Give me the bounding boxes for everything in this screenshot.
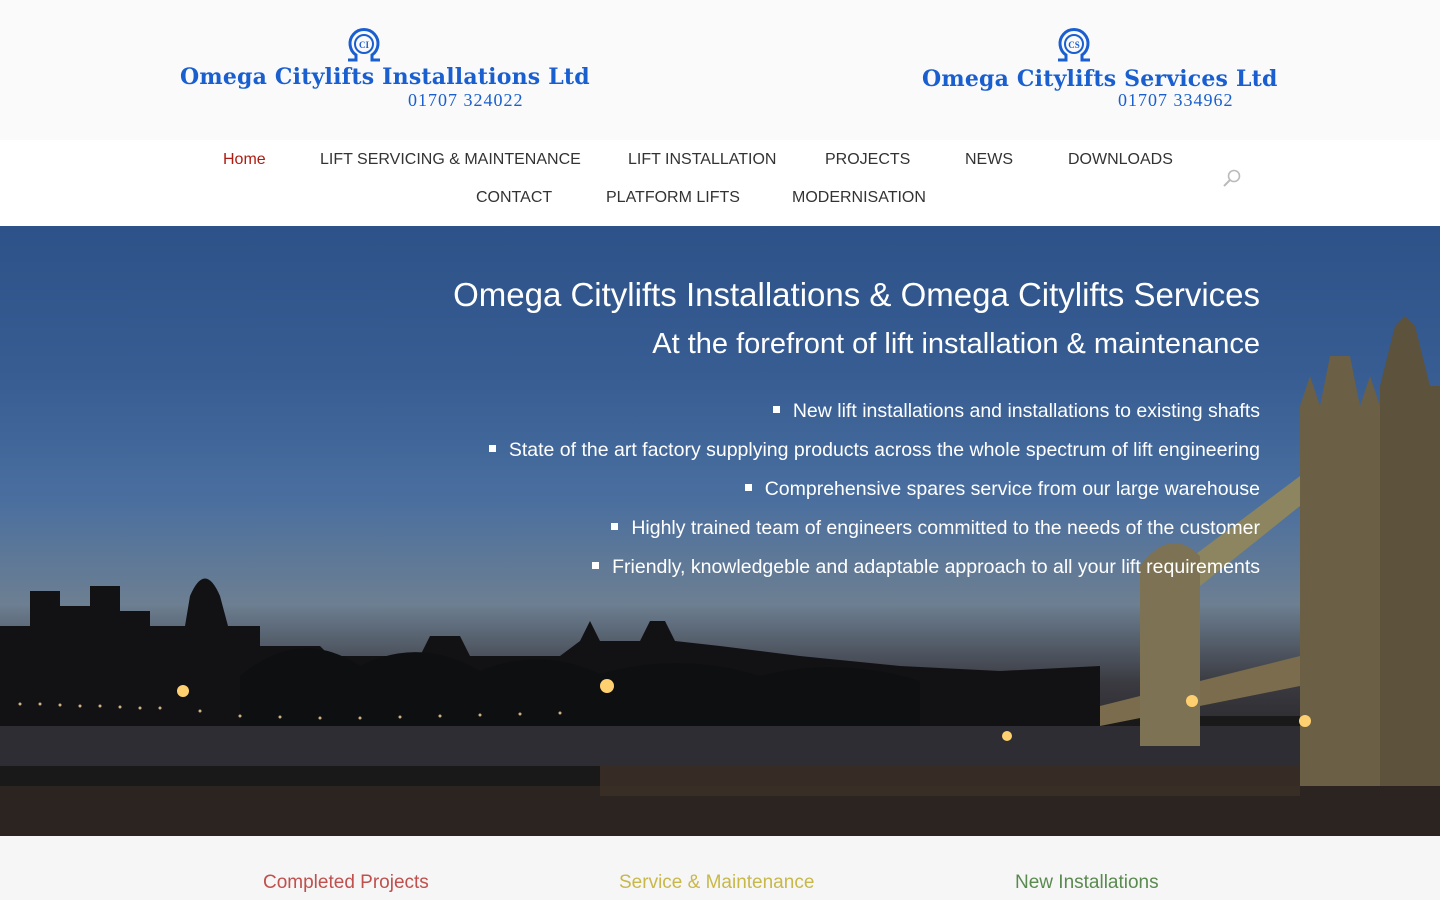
- bullet-icon: [488, 445, 496, 453]
- company-name: Omega Citylifts Installations Ltd: [180, 64, 590, 90]
- company-phone: 01707 334962: [1118, 90, 1234, 110]
- site-header: CI Omega Citylifts Installations Ltd 017…: [0, 0, 1440, 140]
- nav-item-home[interactable]: Home: [223, 151, 266, 169]
- hero-subtitle: At the forefront of lift installation & …: [652, 328, 1260, 360]
- hero-title: Omega Citylifts Installations & Omega Ci…: [453, 276, 1260, 313]
- feature-sections: Completed Projects Service & Maintenance…: [0, 836, 1440, 900]
- search-icon[interactable]: [1222, 168, 1242, 188]
- list-item-text: Highly trained team of engineers committ…: [631, 517, 1260, 539]
- service-maintenance-link[interactable]: Service & Maintenance: [619, 872, 814, 894]
- list-item: Comprehensive spares service from our la…: [489, 470, 1260, 509]
- list-item-text: State of the art factory supplying produ…: [508, 439, 1260, 461]
- bullet-icon: [744, 484, 752, 492]
- svg-text:CS: CS: [1068, 40, 1080, 50]
- new-installations-link[interactable]: New Installations: [1015, 872, 1159, 894]
- nav-item-downloads[interactable]: DOWNLOADS: [1068, 151, 1173, 169]
- list-item-text: New lift installations and installations…: [792, 400, 1260, 422]
- list-item: State of the art factory supplying produ…: [488, 431, 1260, 470]
- list-item-text: Friendly, knowledgeble and adaptable app…: [612, 556, 1260, 578]
- bullet-icon: [611, 523, 619, 531]
- company-phone: 01707 324022: [408, 90, 524, 110]
- hero-banner: Omega Citylifts Installations & Omega Ci…: [0, 226, 1440, 836]
- omega-emblem-icon: CS: [1058, 28, 1090, 62]
- installations-logo[interactable]: CI Omega Citylifts Installations Ltd 017…: [180, 28, 590, 118]
- bullet-icon: [772, 406, 780, 414]
- nav-item-projects[interactable]: PROJECTS: [825, 151, 910, 169]
- nav-item-lift-servicing[interactable]: LIFT SERVICING & MAINTENANCE: [320, 151, 581, 169]
- feature-list: New lift installations and installations…: [488, 392, 1260, 587]
- bullet-icon: [592, 562, 600, 570]
- nav-item-modernisation[interactable]: MODERNISATION: [792, 189, 926, 207]
- list-item: Friendly, knowledgeble and adaptable app…: [489, 548, 1260, 587]
- completed-projects-link[interactable]: Completed Projects: [263, 872, 429, 894]
- list-item: Highly trained team of engineers committ…: [489, 509, 1260, 548]
- nav-item-platform-lifts[interactable]: PLATFORM LIFTS: [606, 189, 740, 207]
- list-item-text: Comprehensive spares service from our la…: [764, 478, 1260, 500]
- svg-text:CI: CI: [359, 40, 369, 50]
- nav-item-news[interactable]: NEWS: [965, 151, 1013, 169]
- nav-item-lift-installation[interactable]: LIFT INSTALLATION: [628, 151, 776, 169]
- services-logo[interactable]: CS Omega Citylifts Services Ltd 01707 33…: [922, 28, 1277, 118]
- nav-item-contact[interactable]: CONTACT: [476, 189, 552, 207]
- list-item: New lift installations and installations…: [489, 392, 1260, 431]
- company-name: Omega Citylifts Services Ltd: [922, 66, 1278, 92]
- omega-emblem-icon: CI: [348, 28, 380, 62]
